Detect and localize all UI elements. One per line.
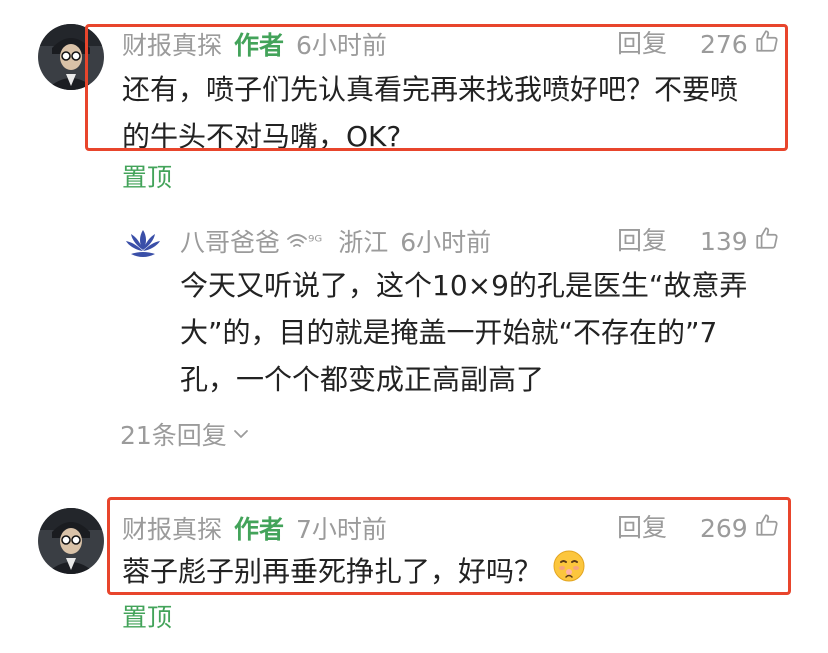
signal-icon xyxy=(286,232,308,250)
more-replies-button[interactable]: 21条回复 xyxy=(120,414,249,454)
like-count: 139 xyxy=(700,226,748,256)
avatar[interactable] xyxy=(38,508,104,574)
signal-text: ⁹ᴳ xyxy=(308,231,323,251)
pin-label[interactable]: 置顶 xyxy=(122,160,172,196)
timestamp: 6小时前 xyxy=(400,228,492,257)
author-name[interactable]: 八哥爸爸 xyxy=(180,223,280,259)
content-line: 孔，一个个都变成正高副高了 xyxy=(180,363,545,396)
pin-label[interactable]: 置顶 xyxy=(122,600,172,636)
more-replies-label: 21条回复 xyxy=(120,421,227,450)
highlight-box xyxy=(107,497,791,595)
chevron-down-icon xyxy=(233,428,249,440)
like-button[interactable]: 139 xyxy=(700,221,780,261)
reply-meta: 八哥爸爸 ⁹ᴳ 浙江 6小时前 xyxy=(180,221,491,261)
reply-content: 今天又听说了，这个10×9的孔是医生“故意弄 大”的，目的就是掩盖一开始就“不存… xyxy=(180,262,747,403)
content-line: 今天又听说了，这个10×9的孔是医生“故意弄 xyxy=(180,269,748,302)
highlight-box xyxy=(85,24,788,151)
thumbs-up-icon xyxy=(748,225,780,257)
location: 浙江 xyxy=(338,228,389,257)
avatar[interactable] xyxy=(123,224,163,264)
content-line: 大”的，目的就是掩盖一开始就“不存在的”7 xyxy=(180,316,718,349)
reply-button[interactable]: 回复 xyxy=(617,221,667,261)
